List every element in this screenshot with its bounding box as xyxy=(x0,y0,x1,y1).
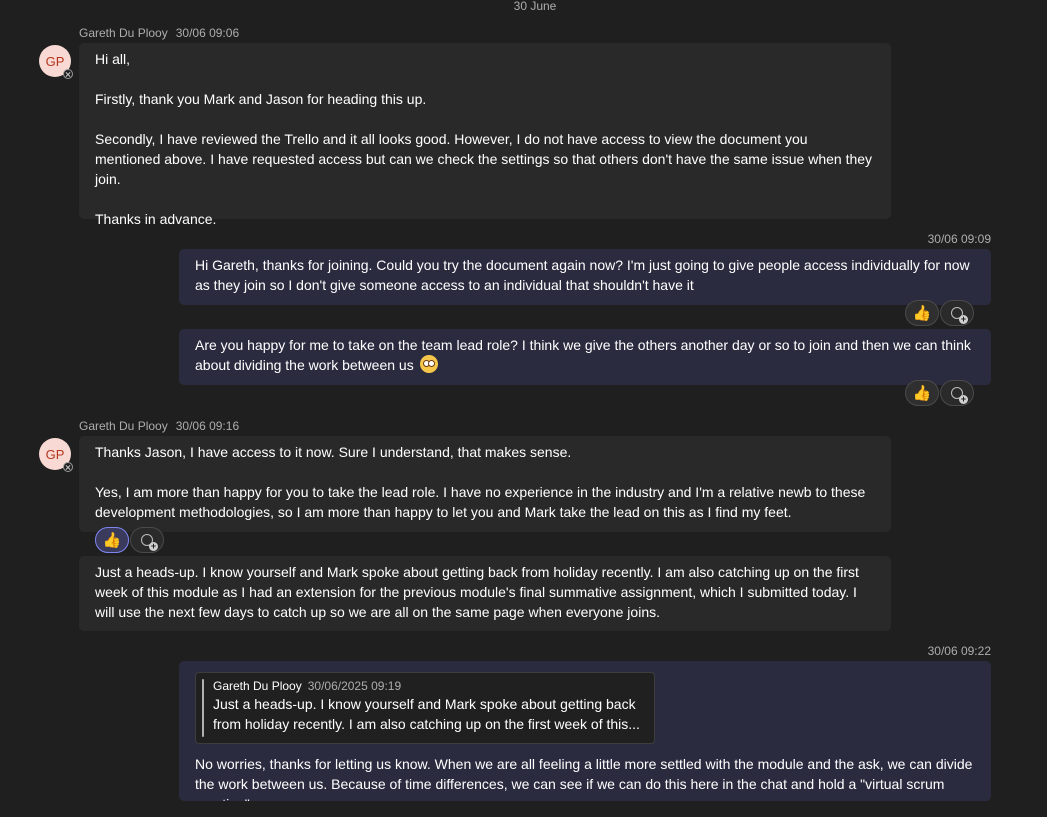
dizzy-face-emoji-icon xyxy=(419,355,438,373)
message-timestamp: 30/06 09:22 xyxy=(927,644,991,658)
quote-text: Just a heads-up. I know yourself and Mar… xyxy=(213,696,640,732)
message-bubble[interactable]: Are you happy for me to take on the team… xyxy=(179,329,991,385)
add-reaction-button[interactable] xyxy=(130,527,164,553)
add-reaction-button[interactable] xyxy=(940,300,974,326)
message-bubble[interactable]: Thanks Jason, I have access to it now. S… xyxy=(79,436,891,532)
message-timestamp: 30/06 09:16 xyxy=(175,419,240,433)
quote-timestamp: 30/06/2025 09:19 xyxy=(307,679,402,693)
message-bubble[interactable]: Just a heads-up. I know yourself and Mar… xyxy=(79,556,891,631)
avatar[interactable]: GP xyxy=(39,45,73,79)
avatar-initials: GP xyxy=(45,446,65,462)
message-bubble[interactable]: Gareth Du Plooy 30/06/2025 09:19 Just a h… xyxy=(179,661,991,801)
thumbs-up-icon: 👍 xyxy=(912,385,932,402)
presence-offline-icon xyxy=(63,462,73,472)
add-reaction-icon xyxy=(951,307,968,324)
message-paragraph: Hi all, xyxy=(95,51,131,67)
message-text: Are you happy for me to take on the team… xyxy=(195,337,971,373)
avatar[interactable]: GP xyxy=(39,438,73,472)
message-paragraph: Secondly, I have reviewed the Trello and… xyxy=(95,131,873,187)
author-name[interactable]: Gareth Du Plooy xyxy=(79,419,168,433)
like-reaction[interactable]: 👍 xyxy=(905,300,939,326)
message-paragraph: Thanks Jason, I have access to it now. S… xyxy=(95,444,572,460)
presence-offline-icon xyxy=(63,69,73,79)
message-text: No worries, thanks for letting us know. … xyxy=(195,756,973,801)
thumbs-up-icon: 👍 xyxy=(102,532,122,549)
message-text: Hi Gareth, thanks for joining. Could you… xyxy=(195,257,970,293)
message-header: Gareth Du Plooy 30/06 09:06 xyxy=(79,26,239,40)
message-bubble[interactable]: Hi Gareth, thanks for joining. Could you… xyxy=(179,249,991,305)
thumbs-up-icon: 👍 xyxy=(912,305,932,322)
message-paragraph: Yes, I am more than happy for you to tak… xyxy=(95,484,866,520)
like-reaction[interactable]: 👍 xyxy=(905,380,939,406)
quoted-message[interactable]: Gareth Du Plooy 30/06/2025 09:19 Just a h… xyxy=(195,672,655,744)
like-reaction[interactable]: 👍 xyxy=(95,527,129,553)
message-header: Gareth Du Plooy 30/06 09:16 xyxy=(79,419,239,433)
author-name[interactable]: Gareth Du Plooy xyxy=(79,26,168,40)
message-bubble[interactable]: Hi all, Firstly, thank you Mark and Jaso… xyxy=(79,43,891,227)
avatar-initials: GP xyxy=(45,53,65,69)
add-reaction-button[interactable] xyxy=(940,380,974,406)
message-paragraph: Firstly, thank you Mark and Jason for he… xyxy=(95,91,427,107)
message-paragraph: Thanks in advance. xyxy=(95,211,217,227)
message-timestamp: 30/06 09:06 xyxy=(175,26,240,40)
date-separator: 30 June xyxy=(513,0,557,13)
message-text: Just a heads-up. I know yourself and Mar… xyxy=(95,564,859,620)
quote-author: Gareth Du Plooy xyxy=(213,679,302,693)
add-reaction-icon xyxy=(141,534,158,551)
add-reaction-icon xyxy=(951,387,968,404)
message-timestamp: 30/06 09:09 xyxy=(927,232,991,246)
